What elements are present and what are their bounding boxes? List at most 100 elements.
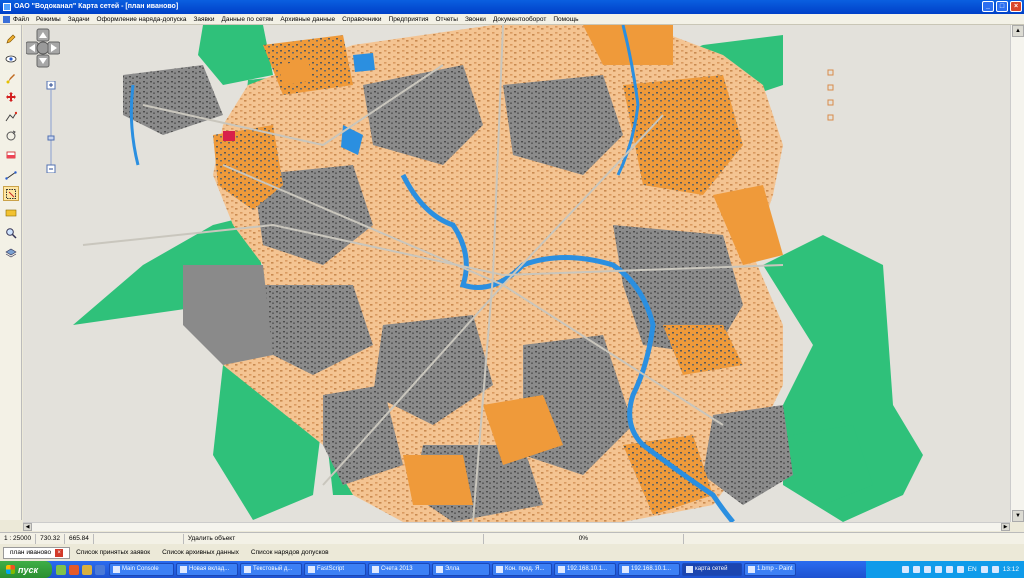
media-next-icon[interactable] xyxy=(934,566,942,573)
menu-modes[interactable]: Режимы xyxy=(36,16,61,23)
app-icon xyxy=(686,566,693,573)
task-paint[interactable]: 1.bmp - Paint xyxy=(744,563,796,576)
route-tool[interactable] xyxy=(3,109,19,124)
task-remote-2[interactable]: 192.168.10.1... xyxy=(618,563,680,576)
app-icon xyxy=(308,566,315,573)
task-text-doc[interactable]: Текстовый д... xyxy=(240,563,302,576)
folder-icon[interactable] xyxy=(82,564,92,575)
tray-app-icon[interactable] xyxy=(980,566,988,573)
progress-text: 0% xyxy=(484,533,684,544)
layers-tool[interactable] xyxy=(3,244,19,259)
delete-tool[interactable] xyxy=(3,147,19,162)
select-area-tool[interactable] xyxy=(3,186,19,201)
task-invoices-2013[interactable]: Счета 2013 xyxy=(368,563,430,576)
fill-tool[interactable] xyxy=(3,205,19,220)
scroll-left-button[interactable]: ◀ xyxy=(23,523,32,531)
view-tool[interactable] xyxy=(3,51,19,66)
start-button[interactable]: пуск xyxy=(0,561,52,578)
menu-network-data[interactable]: Данные по сетям xyxy=(221,16,273,23)
rotate-tool[interactable] xyxy=(3,128,19,143)
eye-icon xyxy=(5,55,17,62)
task-fastscript[interactable]: FastScript xyxy=(304,563,366,576)
line-tool[interactable] xyxy=(3,167,19,182)
map-scale: 1 : 25000 xyxy=(0,533,37,544)
scroll-down-button[interactable]: ▼ xyxy=(1012,510,1024,522)
media-prev-icon[interactable] xyxy=(901,566,909,573)
tab-plan-ivanovo[interactable]: план иваново × xyxy=(3,547,71,559)
zoom-thumb[interactable] xyxy=(47,135,55,141)
move-tool[interactable] xyxy=(3,89,19,104)
scroll-up-button[interactable]: ▲ xyxy=(1012,25,1024,37)
media-play-icon[interactable] xyxy=(912,566,920,573)
layers-icon xyxy=(5,248,17,257)
menu-tasks[interactable]: Задачи xyxy=(68,16,90,23)
menu-reports[interactable]: Отчеты xyxy=(435,16,457,23)
select-icon xyxy=(6,188,16,199)
tab-work-permits[interactable]: Список нарядов допусков xyxy=(245,547,335,559)
system-tray: EN 13:12 xyxy=(866,561,1024,578)
menu-file[interactable]: Файл xyxy=(13,16,29,23)
app-icon xyxy=(496,566,503,573)
status-message: Удалить объект xyxy=(184,533,484,544)
task-new-tab[interactable]: Новая вклад... xyxy=(176,563,238,576)
document-tabs: план иваново × Список принятых заявок Сп… xyxy=(0,545,1024,561)
task-remote-1[interactable]: 192.168.10.1... xyxy=(554,563,616,576)
task-main-console[interactable]: Main Console xyxy=(109,563,174,576)
close-button[interactable]: × xyxy=(1010,1,1022,12)
pencil-tool[interactable] xyxy=(3,31,19,46)
tray-shield-icon[interactable] xyxy=(991,566,999,573)
coord-x: 730.32 xyxy=(36,533,65,544)
scroll-right-button[interactable]: ▶ xyxy=(1001,523,1010,531)
status-empty-cell xyxy=(94,533,184,544)
app-icon xyxy=(180,566,187,573)
maximize-button[interactable]: □ xyxy=(996,1,1008,12)
status-bar: 1 : 25000 730.32 665.84 Удалить объект 0… xyxy=(0,532,1024,544)
taskbar: пуск Main Console Новая вклад... Текстов… xyxy=(0,561,1024,578)
app-icon xyxy=(113,566,120,573)
horizontal-scrollbar[interactable]: ◀ ▶ xyxy=(23,522,1010,531)
menu-references[interactable]: Справочники xyxy=(342,16,381,23)
menu-archive[interactable]: Архивные данные xyxy=(280,16,335,23)
menu-work-permit[interactable]: Оформление наряда-допуска xyxy=(97,16,187,23)
app-icon xyxy=(244,566,251,573)
browser-icon[interactable] xyxy=(69,564,79,575)
language-indicator[interactable]: EN xyxy=(968,566,977,573)
tab-accepted-requests[interactable]: Список принятых заявок xyxy=(70,547,156,559)
app-icon xyxy=(3,3,11,11)
task-ella[interactable]: Элла xyxy=(432,563,490,576)
network-icon[interactable] xyxy=(956,566,964,573)
menu-app-icon[interactable] xyxy=(3,15,10,23)
desktop-icon[interactable] xyxy=(95,564,105,575)
task-network-map[interactable]: карта сетей xyxy=(682,563,742,576)
close-tab-icon[interactable]: × xyxy=(55,549,64,557)
quick-launch xyxy=(52,564,109,575)
menu-documents[interactable]: Документооборот xyxy=(493,16,546,23)
window-title: ОАО "Водоканал" Карта сетей - [план иван… xyxy=(14,3,179,10)
title-bar: ОАО "Водоканал" Карта сетей - [план иван… xyxy=(0,0,1024,14)
menu-requests[interactable]: Заявки xyxy=(193,16,214,23)
windows-logo-icon xyxy=(6,565,15,574)
app-icon xyxy=(748,566,755,573)
zoom-tool[interactable] xyxy=(3,225,19,240)
app-icon xyxy=(372,566,379,573)
brush-tool[interactable] xyxy=(3,70,19,85)
vertical-scrollbar[interactable]: ▲ ▼ xyxy=(1010,25,1024,522)
rotate-icon xyxy=(6,130,16,140)
pan-center-button[interactable] xyxy=(36,41,50,55)
magnifier-icon xyxy=(6,227,17,239)
tab-plan-ivanovo-label: план иваново xyxy=(10,549,52,556)
minimize-button[interactable]: _ xyxy=(982,1,994,12)
skype-icon[interactable] xyxy=(56,564,66,575)
media-stop-icon[interactable] xyxy=(923,566,931,573)
menu-help[interactable]: Помощь xyxy=(553,16,578,23)
map-canvas[interactable] xyxy=(23,25,1010,522)
app-icon xyxy=(622,566,629,573)
tab-archive-data[interactable]: Список архивных данных xyxy=(156,547,245,559)
volume-icon[interactable] xyxy=(945,566,953,573)
task-kon-pred[interactable]: Кон. пред. Я... xyxy=(492,563,552,576)
menu-companies[interactable]: Предприятия xyxy=(389,16,429,23)
menu-bar: Файл Режимы Задачи Оформление наряда-доп… xyxy=(0,14,1024,25)
zoom-slider[interactable] xyxy=(46,80,56,174)
pan-control[interactable] xyxy=(25,28,61,78)
menu-calls[interactable]: Звонки xyxy=(465,16,486,23)
